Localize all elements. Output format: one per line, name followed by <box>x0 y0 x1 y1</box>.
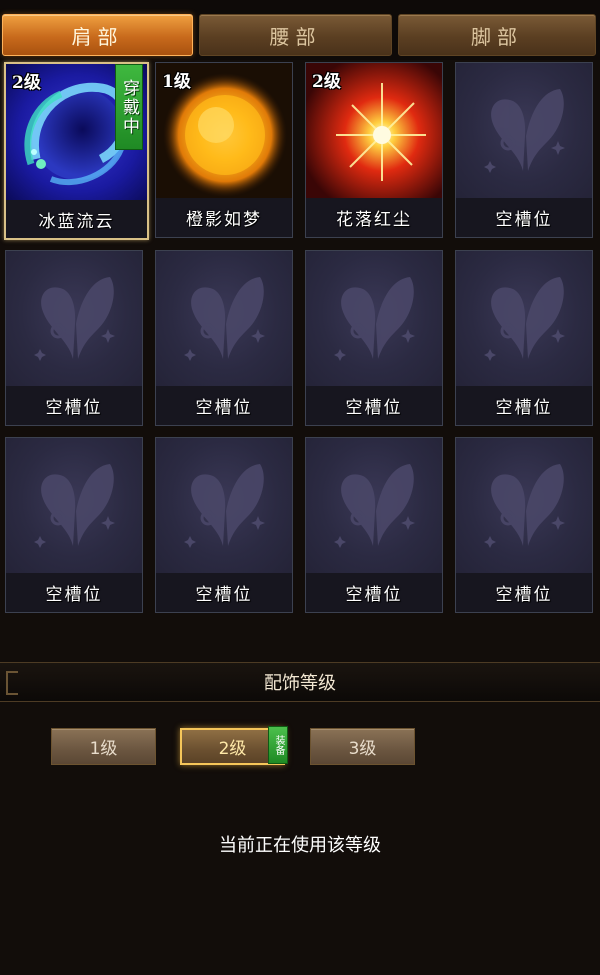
accessory-slot[interactable]: 1级 橙影如梦 <box>155 62 293 238</box>
tab-feet[interactable]: 脚部 <box>398 14 596 56</box>
level-section-header: 配饰等级 <box>0 662 600 702</box>
tab-shoulder[interactable]: 肩部 <box>2 14 193 56</box>
accessory-slot-empty[interactable]: 空槽位 <box>305 437 443 613</box>
accessory-slot-empty[interactable]: 空槽位 <box>5 250 143 426</box>
equipped-badge: 装备 <box>268 726 288 764</box>
slot-name: 橙影如梦 <box>156 198 292 237</box>
butterfly-placeholder-icon <box>456 251 592 388</box>
butterfly-placeholder-icon <box>456 63 592 200</box>
accessory-slot-empty[interactable]: 空槽位 <box>455 250 593 426</box>
worn-badge: 穿戴中 <box>115 64 143 150</box>
level-1-button[interactable]: 1级 <box>51 728 156 765</box>
butterfly-placeholder-icon <box>156 251 292 388</box>
slot-name: 空槽位 <box>456 573 592 612</box>
slot-name: 花落红尘 <box>306 198 442 237</box>
butterfly-placeholder-icon <box>6 438 142 575</box>
tab-waist[interactable]: 腰部 <box>199 14 392 56</box>
worn-badge-text: 穿戴中 <box>119 78 139 136</box>
accessory-slot-empty[interactable]: 空槽位 <box>305 250 443 426</box>
slot-name: 空槽位 <box>456 386 592 425</box>
level-3-button[interactable]: 3级 <box>310 728 415 765</box>
accessory-slot-empty[interactable]: 空槽位 <box>455 62 593 238</box>
slot-name: 空槽位 <box>156 386 292 425</box>
tab-bar: 肩部 腰部 脚部 <box>0 0 600 60</box>
level-section-title: 配饰等级 <box>264 673 336 694</box>
equipped-badge-text: 装备 <box>273 735 284 755</box>
accessory-slot-empty[interactable]: 空槽位 <box>455 437 593 613</box>
slot-level: 2级 <box>312 72 341 92</box>
butterfly-placeholder-icon <box>456 438 592 575</box>
accessory-slot[interactable]: 2级 花落红尘 <box>305 62 443 238</box>
slot-name: 空槽位 <box>306 386 442 425</box>
slot-name: 空槽位 <box>456 198 592 237</box>
butterfly-placeholder-icon <box>156 438 292 575</box>
slot-name: 空槽位 <box>156 573 292 612</box>
accessory-slot-empty[interactable]: 空槽位 <box>155 250 293 426</box>
butterfly-placeholder-icon <box>6 251 142 388</box>
accessory-slot[interactable]: 2级 穿戴中 冰蓝流云 <box>4 62 149 240</box>
slot-name: 冰蓝流云 <box>6 200 147 238</box>
slot-level: 2级 <box>12 73 41 93</box>
butterfly-placeholder-icon <box>306 251 442 388</box>
accessory-slot-empty[interactable]: 空槽位 <box>5 437 143 613</box>
slot-name: 空槽位 <box>306 573 442 612</box>
butterfly-placeholder-icon <box>306 438 442 575</box>
level-status-text: 当前正在使用该等级 <box>219 835 381 856</box>
slot-name: 空槽位 <box>6 386 142 425</box>
slot-level: 1级 <box>162 72 191 92</box>
accessory-slot-empty[interactable]: 空槽位 <box>155 437 293 613</box>
slot-name: 空槽位 <box>6 573 142 612</box>
